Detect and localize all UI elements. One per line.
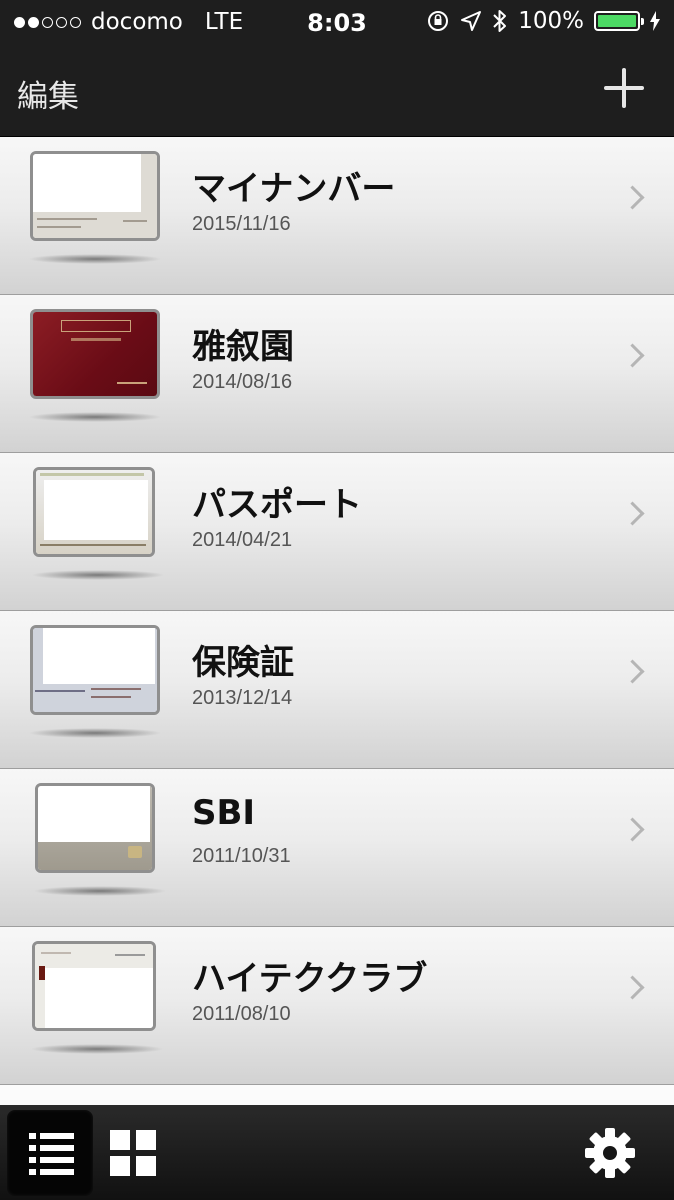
item-date: 2011/10/31	[192, 845, 291, 867]
gear-icon[interactable]	[584, 1127, 636, 1179]
item-title: パスポート	[192, 485, 362, 525]
bottom-toolbar	[0, 1105, 674, 1200]
card-thumbnail	[28, 151, 162, 264]
chevron-right-icon	[620, 817, 645, 842]
list-item[interactable]: SBI 2011/10/31	[0, 769, 674, 927]
chevron-right-icon	[620, 185, 645, 210]
item-date: 2011/08/10	[192, 1003, 291, 1025]
card-thumbnail	[31, 467, 165, 580]
list-view-icon[interactable]	[7, 1110, 93, 1196]
item-title: 雅叙園	[192, 327, 294, 367]
card-list[interactable]: マイナンバー 2015/11/16 雅叙園 2014/08/16 パスポート 2…	[0, 137, 674, 1105]
list-item[interactable]: 雅叙園 2014/08/16	[0, 295, 674, 453]
grid-view-icon[interactable]	[110, 1130, 156, 1176]
plus-icon[interactable]	[604, 68, 644, 108]
status-bar: docomo LTE 8:03 100%	[0, 0, 674, 46]
list-item[interactable]: パスポート 2014/04/21	[0, 453, 674, 611]
chevron-right-icon	[620, 975, 645, 1000]
card-thumbnail	[30, 941, 164, 1054]
item-date: 2014/08/16	[192, 371, 293, 393]
list-item[interactable]: マイナンバー 2015/11/16	[0, 137, 674, 295]
chevron-right-icon	[620, 659, 645, 684]
navigation-bar: 編集	[0, 46, 674, 137]
item-title: ハイテククラブ	[192, 959, 428, 999]
edit-button[interactable]: 編集	[17, 71, 79, 116]
rotation-lock-icon	[428, 11, 449, 31]
item-title: 保険証	[192, 643, 294, 683]
list-item[interactable]: ハイテククラブ 2011/08/10	[0, 927, 674, 1085]
status-right: 100%	[426, 8, 660, 34]
battery-icon	[594, 11, 644, 31]
bluetooth-icon	[493, 10, 507, 32]
card-thumbnail	[33, 783, 167, 896]
battery-percent: 100%	[518, 8, 584, 34]
chevron-right-icon	[620, 343, 645, 368]
list-item[interactable]: 保険証 2013/12/14	[0, 611, 674, 769]
card-thumbnail	[28, 309, 162, 422]
item-date: 2015/11/16	[192, 213, 291, 235]
item-date: 2013/12/14	[192, 687, 293, 709]
item-title: マイナンバー	[192, 169, 396, 209]
charging-bolt-icon	[650, 11, 660, 31]
list-item[interactable]	[0, 1085, 674, 1105]
item-date: 2014/04/21	[192, 529, 293, 551]
location-arrow-icon	[461, 11, 482, 31]
chevron-right-icon	[620, 501, 645, 526]
item-title: SBI	[192, 793, 256, 833]
card-thumbnail	[28, 625, 162, 738]
